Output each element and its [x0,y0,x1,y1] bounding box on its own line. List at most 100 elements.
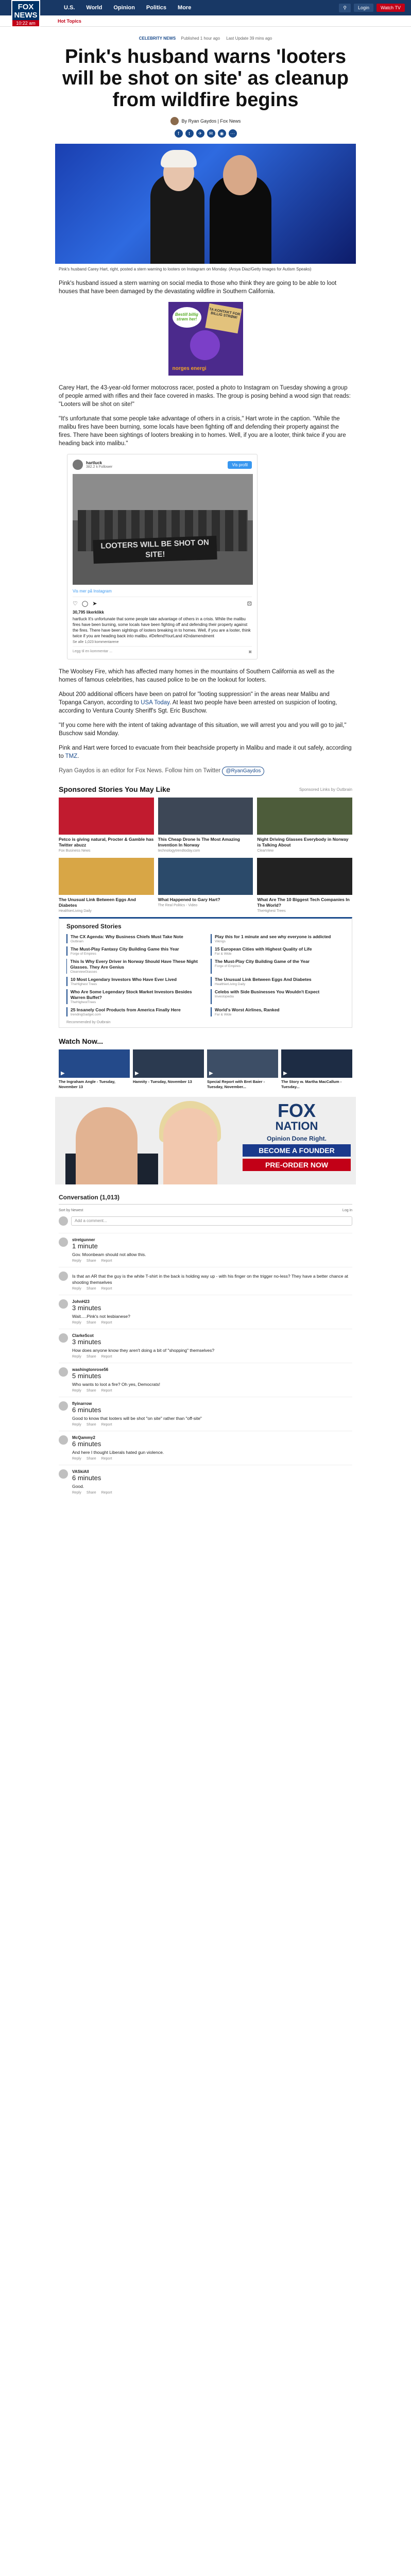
usa-today-link[interactable]: USA Today [141,700,169,706]
share-button[interactable]: Share [87,1491,96,1495]
twitter-icon[interactable]: t [185,129,194,138]
reply-button[interactable]: Reply [72,1423,81,1427]
outbrain-attribution[interactable]: Sponsored Links by Outbrain [299,787,352,792]
report-button[interactable]: Report [101,1355,112,1359]
search-icon[interactable]: ⚲ [339,3,351,12]
reply-button[interactable]: Reply [72,1389,81,1393]
sponsored-story-item[interactable]: The Unusual Link Between Eggs And Diabet… [211,977,345,986]
report-button[interactable]: Report [101,1321,112,1325]
sort-dropdown[interactable]: Sort by Newest [59,1209,83,1212]
sponsored-thumbnail[interactable] [59,798,154,835]
report-button[interactable]: Report [101,1287,112,1291]
report-button[interactable]: Report [101,1457,112,1461]
commenter-name[interactable]: JohnH23 [72,1299,352,1304]
comments-icon[interactable]: ◉ [217,129,226,138]
video-title[interactable]: Special Report with Bret Baier - Tuesday… [207,1079,278,1090]
sponsored-thumbnail[interactable] [257,798,352,835]
save-icon[interactable]: ⊡ [247,600,252,607]
flipboard-icon[interactable]: ✈ [196,129,204,138]
sponsored-tile[interactable]: Night Driving Glasses Everybody in Norwa… [257,798,352,853]
commenter-avatar[interactable] [59,1469,68,1479]
sponsored-story-title[interactable]: Celebs with Side Businesses You Wouldn't… [215,989,319,995]
sponsored-story-item[interactable]: Who Are Some Legendary Stock Market Inve… [66,989,200,1004]
watch-video-card[interactable]: Hannity - Tuesday, November 13 [133,1049,204,1090]
like-icon[interactable]: ♡ [73,600,78,607]
share-button[interactable]: Share [87,1355,96,1359]
all-comments-link[interactable]: Se alle 1,023 kommentarene [73,640,252,644]
commenter-avatar[interactable] [59,1435,68,1445]
view-profile-button[interactable]: Vis profil [228,461,252,469]
reply-button[interactable]: Reply [72,1457,81,1461]
report-button[interactable]: Report [101,1423,112,1427]
pre-order-button[interactable]: PRE-ORDER NOW [243,1159,351,1171]
commenter-name[interactable]: washingtonrose56 [72,1367,352,1372]
video-title[interactable]: Hannity - Tuesday, November 13 [133,1079,204,1084]
sponsored-title[interactable]: The Unusual Link Between Eggs And Diabet… [59,897,154,908]
nav-us[interactable]: U.S. [64,5,75,11]
video-thumbnail[interactable] [59,1049,130,1078]
reply-button[interactable]: Reply [72,1259,81,1263]
comment-input[interactable]: Add a comment... [71,1216,352,1226]
sponsored-story-item[interactable]: 15 European Cities with Highest Quality … [211,946,345,956]
commenter-name[interactable]: ClarkeScot [72,1333,352,1338]
share-button[interactable]: Share [87,1457,96,1461]
commenter-name[interactable]: VASkiAll [72,1469,352,1474]
sponsored-story-item[interactable]: 10 Most Legendary Investors Who Have Eve… [66,977,200,986]
norges-energi-ad[interactable]: Bestill billig strøm her! TA KONTAKT FOR… [168,302,243,376]
category-link[interactable]: CELEBRITY NEWS [139,36,176,41]
sponsored-story-item[interactable]: Play this for 1 minute and see why every… [211,934,345,943]
hot-topics-link[interactable]: Hot Topics [58,19,81,24]
instagram-username[interactable]: hartluck [86,461,112,465]
sponsored-thumbnail[interactable] [257,858,352,895]
share-button[interactable]: Share [87,1321,96,1325]
reply-button[interactable]: Reply [72,1287,81,1291]
report-button[interactable]: Report [101,1389,112,1393]
commenter-avatar[interactable] [59,1238,68,1247]
reply-button[interactable]: Reply [72,1355,81,1359]
fox-news-logo[interactable]: FOX NEWS 10:22 am [11,0,40,27]
sponsored-story-item[interactable]: This Is Why Every Driver in Norway Shoul… [66,959,200,974]
report-button[interactable]: Report [101,1491,112,1495]
video-title[interactable]: The Ingraham Angle - Tuesday, November 1… [59,1079,130,1090]
reply-button[interactable]: Reply [72,1321,81,1325]
twitter-handle-link[interactable]: @RyanGaydos [222,767,265,776]
share-button[interactable]: Share [87,1389,96,1393]
facebook-icon[interactable]: f [174,129,183,138]
comment-icon[interactable]: ◯ [82,600,88,607]
sponsored-tile[interactable]: What Are The 10 Biggest Tech Companies I… [257,858,352,913]
sponsored-story-title[interactable]: This Is Why Every Driver in Norway Shoul… [70,959,200,970]
watch-tv-button[interactable]: Watch TV [376,4,405,12]
report-button[interactable]: Report [101,1259,112,1263]
add-comment-field[interactable]: Legg til en kommentar ... [73,650,112,654]
nav-opinion[interactable]: Opinion [113,5,135,11]
sponsored-story-item[interactable]: The CX Agenda: Why Business Chiefs Must … [66,934,200,943]
sponsored-thumbnail[interactable] [158,798,253,835]
video-thumbnail[interactable] [281,1049,352,1078]
instagram-photo[interactable]: LOOTERS WILL BE SHOT ON SITE! [73,474,253,585]
sponsored-title[interactable]: This Cheap Drone Is The Most Amazing Inv… [158,837,253,848]
commenter-avatar[interactable] [59,1333,68,1343]
sponsored-title[interactable]: Night Driving Glasses Everybody in Norwa… [257,837,352,848]
commenter-avatar[interactable] [59,1367,68,1377]
sponsored-title[interactable]: What Are The 10 Biggest Tech Companies I… [257,897,352,908]
login-button[interactable]: Login [353,4,373,12]
commenter-avatar[interactable] [59,1401,68,1411]
watch-video-card[interactable]: The Story w. Martha MacCallum - Tuesday.… [281,1049,352,1090]
video-title[interactable]: The Story w. Martha MacCallum - Tuesday.… [281,1079,352,1090]
sponsored-story-title[interactable]: 10 Most Legendary Investors Who Have Eve… [71,977,177,982]
video-thumbnail[interactable] [133,1049,204,1078]
sponsored-story-item[interactable]: 25 Insanely Cool Products from America F… [66,1007,200,1016]
sponsored-story-item[interactable]: World's Worst Airlines, Ranked Far & Wide [211,1007,345,1016]
sponsored-story-item[interactable]: Celebs with Side Businesses You Wouldn't… [211,989,345,1004]
nav-world[interactable]: World [86,5,102,11]
sponsored-title[interactable]: What Happened to Gary Hart? [158,897,253,903]
watch-video-card[interactable]: Special Report with Bret Baier - Tuesday… [207,1049,278,1090]
sponsored-tile[interactable]: This Cheap Drone Is The Most Amazing Inv… [158,798,253,853]
fox-nation-promo[interactable]: FOX NATION Opinion Done Right. BECOME A … [55,1097,356,1184]
sponsored-thumbnail[interactable] [59,858,154,895]
share-button[interactable]: Share [87,1259,96,1263]
sponsored-story-title[interactable]: The Unusual Link Between Eggs And Diabet… [215,977,312,982]
share-button[interactable]: Share [87,1287,96,1291]
commenter-name[interactable]: McQammy2 [72,1435,352,1440]
sponsored-story-title[interactable]: World's Worst Airlines, Ranked [215,1007,280,1013]
